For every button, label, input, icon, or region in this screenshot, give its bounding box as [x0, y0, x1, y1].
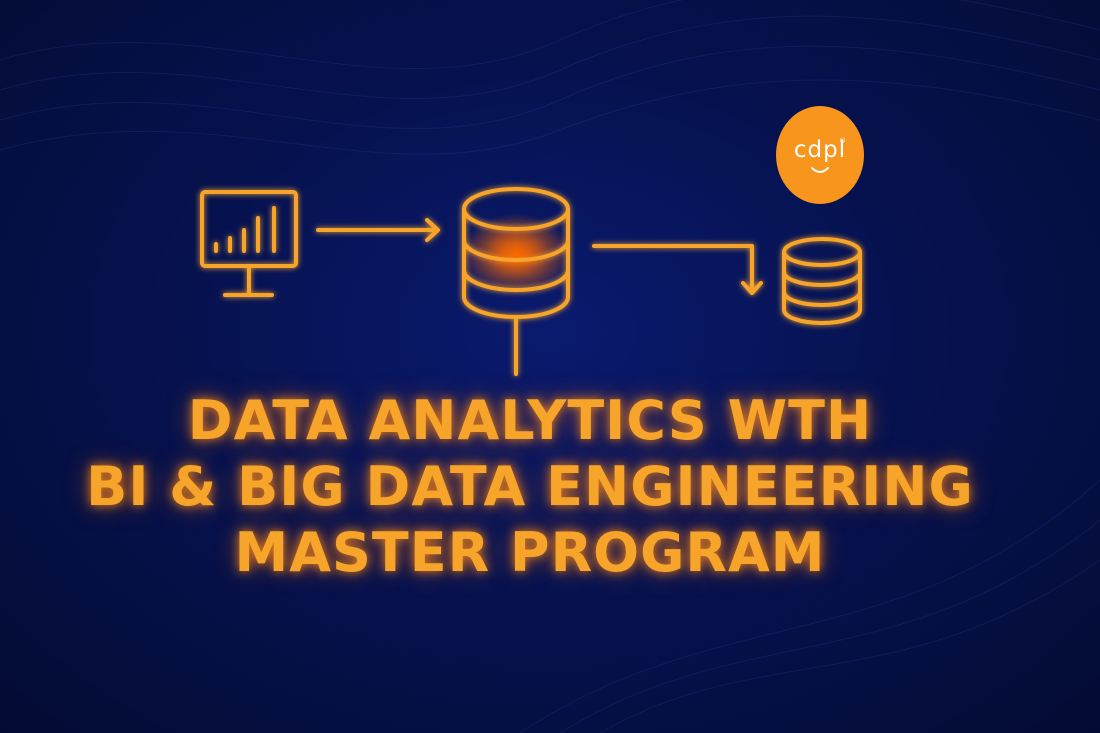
arrow-elbow-down-icon	[592, 244, 763, 295]
data-flow-diagram	[200, 187, 862, 376]
headline-line-3: MASTER PROGRAM	[234, 521, 826, 584]
smile-icon	[811, 167, 829, 173]
headline-line-2: BI & BIG DATA ENGINEERING	[86, 455, 974, 518]
database-icon	[782, 237, 862, 325]
registered-mark: ®	[839, 137, 846, 145]
arrow-right-icon	[316, 218, 440, 242]
monitor-bar-chart-icon	[200, 190, 298, 297]
brand-logo: cdpl ®	[776, 106, 864, 204]
database-icon	[461, 187, 571, 376]
headline-line-1: DATA ANALYTICS WTH	[187, 389, 873, 452]
headline: DATA ANALYTICS WTH BI & BIG DATA ENGINEE…	[0, 388, 1060, 586]
